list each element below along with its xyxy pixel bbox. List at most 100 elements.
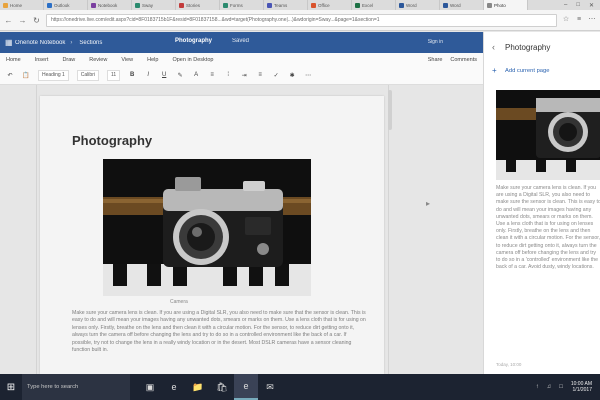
mail-icon[interactable]: ✉	[258, 374, 282, 400]
panel-photo-thumbnail[interactable]	[496, 90, 600, 180]
numbering-icon[interactable]: ⁞	[224, 72, 232, 78]
canvas-scrollbar[interactable]	[388, 90, 392, 130]
tab-favicon-icon	[223, 2, 228, 8]
bullets-icon[interactable]: ≡	[208, 72, 216, 78]
browser-tab[interactable]: Word	[396, 0, 440, 10]
tab-label: Forms	[230, 2, 243, 8]
volume-icon[interactable]: ♫	[547, 384, 552, 390]
breadcrumb-notebook[interactable]: Onenote Notebook	[15, 40, 65, 46]
font-dropdown[interactable]: Calibri	[76, 69, 99, 81]
saved-status: Saved	[232, 38, 250, 44]
browser-tab-strip: Home Outlook Notebook Sway Stories Forms Teams…	[0, 0, 600, 10]
user-signin[interactable]: Sign in	[428, 39, 443, 45]
store-icon[interactable]: 🛍	[210, 374, 234, 400]
camera-photo[interactable]	[103, 159, 311, 296]
browser-tab[interactable]: Sway	[132, 0, 176, 10]
ribbon-tab[interactable]: Insert	[35, 57, 49, 63]
ribbon-tabs: Home Insert Draw Review View Help Open in Desk…	[6, 57, 213, 63]
browser-tab[interactable]: Teams	[264, 0, 308, 10]
panel-date: Today, 10:00	[496, 362, 522, 367]
tab-favicon-icon	[355, 2, 360, 8]
taskbar-search-placeholder: Type here to search	[27, 384, 79, 390]
browser-tab[interactable]: Outlook	[44, 0, 88, 10]
edge-icon[interactable]: e	[162, 374, 186, 400]
size-dropdown[interactable]: 11	[106, 69, 121, 81]
forward-icon[interactable]: →	[18, 16, 27, 25]
add-icon[interactable]: +	[492, 66, 497, 75]
share-button[interactable]: Share	[428, 57, 443, 63]
refresh-icon[interactable]: ↻	[32, 16, 41, 25]
clock[interactable]: 10:00 AM 1/1/2017	[571, 381, 592, 394]
formatting-toolbar: ↶ 📋 Heading 1 Calibri 11 B I U ✎ A ≡ ⁞ ⇥…	[0, 66, 483, 85]
edge-active-icon[interactable]: e	[234, 374, 258, 400]
tab-label: Photo	[494, 2, 506, 8]
browser-tab[interactable]: Excel	[352, 0, 396, 10]
maximize-icon[interactable]: □	[576, 2, 580, 8]
address-bar: ← → ↻ https://onedrive.live.com/edit.asp…	[0, 10, 600, 31]
tag-icon[interactable]: ✓	[272, 72, 280, 79]
highlight-icon[interactable]: ✎	[176, 72, 184, 79]
tab-label: Home	[10, 2, 23, 8]
tab-favicon-icon	[91, 2, 96, 8]
page-body-text[interactable]: Make sure your camera lens is clean. If …	[72, 310, 368, 372]
tab-label: Word	[406, 2, 417, 8]
minimize-icon[interactable]: –	[564, 2, 567, 8]
action-center-icon[interactable]: □	[559, 384, 563, 390]
panel-title: Photography	[505, 43, 551, 52]
browser-tab[interactable]: Office	[308, 0, 352, 10]
browser-tab[interactable]: Stories	[176, 0, 220, 10]
back-icon[interactable]: ←	[4, 16, 13, 25]
ribbon-tab[interactable]: Review	[89, 57, 107, 63]
underline-icon[interactable]: U	[160, 72, 168, 78]
more-icon[interactable]: ⋯	[588, 16, 596, 24]
url-field[interactable]: https://onedrive.live.com/edit.aspx?cid=…	[46, 13, 557, 27]
ribbon-tab[interactable]: Home	[6, 57, 21, 63]
canvas-guide-left	[36, 85, 37, 374]
task-view-icon[interactable]: ▣	[138, 374, 162, 400]
panel-body-text: Make sure your camera lens is clean. If …	[496, 185, 600, 271]
browser-tab[interactable]: Forms	[220, 0, 264, 10]
ribbon-tab[interactable]: Help	[147, 57, 158, 63]
camera-illustration	[103, 159, 311, 296]
undo-icon[interactable]: ↶	[6, 72, 14, 79]
comments-button[interactable]: Comments	[450, 57, 477, 63]
more-options-icon[interactable]: ⋯	[304, 72, 312, 79]
windows-start-icon[interactable]: ⊞	[0, 374, 22, 400]
breadcrumb-sections[interactable]: Sections	[79, 40, 102, 46]
ribbon-tab[interactable]: Draw	[62, 57, 75, 63]
app-launcher-icon[interactable]: ▦	[5, 38, 13, 47]
note-page[interactable]: Photography Camera Make sure your camera	[40, 96, 384, 374]
bold-icon[interactable]: B	[128, 72, 136, 78]
spelling-icon[interactable]: ✱	[288, 72, 296, 79]
tab-label: Notebook	[98, 2, 118, 8]
tab-favicon-icon	[443, 2, 448, 8]
browser-tab[interactable]: Notebook	[88, 0, 132, 10]
browser-tab[interactable]: Photo	[484, 0, 528, 10]
style-dropdown[interactable]: Heading 1	[38, 69, 69, 81]
back-arrow-icon[interactable]: ‹	[492, 42, 495, 52]
ribbon-tab[interactable]: Open in Desktop	[172, 57, 213, 63]
camera-thumbnail	[496, 90, 600, 180]
tab-favicon-icon	[135, 2, 140, 8]
ribbon-tab[interactable]: View	[121, 57, 133, 63]
tab-label: Stories	[186, 2, 201, 8]
tab-favicon-icon	[267, 2, 272, 8]
close-icon[interactable]: ✕	[589, 2, 594, 9]
page-title[interactable]: Photography	[72, 133, 152, 148]
italic-icon[interactable]: I	[144, 72, 152, 78]
taskbar-search[interactable]: Type here to search	[22, 374, 130, 400]
indent-icon[interactable]: ⇥	[240, 72, 248, 79]
tab-favicon-icon	[399, 2, 404, 8]
reading-list-icon[interactable]: ≡	[575, 16, 583, 24]
file-explorer-icon[interactable]: 📁	[186, 374, 210, 400]
browser-tab[interactable]: Home	[0, 0, 44, 10]
align-icon[interactable]: ≡	[256, 72, 264, 78]
favorites-icon[interactable]: ☆	[562, 16, 570, 24]
tab-list: Home Outlook Notebook Sway Stories Forms Teams…	[0, 0, 528, 10]
network-icon[interactable]: ↑	[536, 384, 539, 390]
paste-icon[interactable]: 📋	[22, 72, 30, 79]
tab-label: Word	[450, 2, 461, 8]
browser-tab[interactable]: Word	[440, 0, 484, 10]
font-color-icon[interactable]: A	[192, 72, 200, 78]
add-current-page-link[interactable]: Add current page	[505, 68, 549, 74]
